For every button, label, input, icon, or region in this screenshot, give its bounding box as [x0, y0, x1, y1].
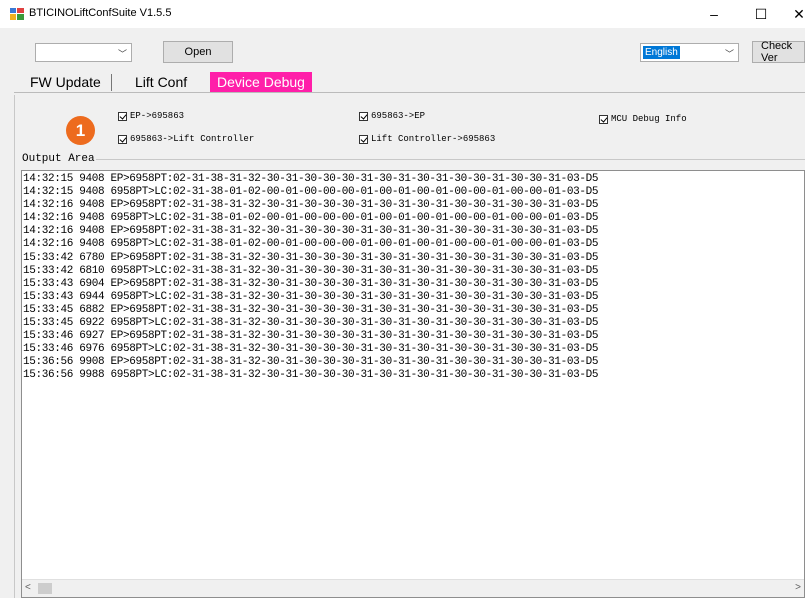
checkbox-695863-to-ep[interactable]: 695863->EP — [359, 111, 425, 121]
step-badge: 1 — [66, 116, 95, 145]
checkbox-checked-icon — [359, 134, 368, 144]
chevron-down-icon: ﹀ — [724, 49, 734, 59]
checkbox-label: 695863->EP — [371, 111, 426, 121]
checkbox-checked-icon — [599, 114, 608, 124]
port-select[interactable]: ﹀ — [35, 43, 132, 62]
chevron-down-icon: ﹀ — [117, 49, 127, 59]
log-line: 15:33:42 6780 EP>6958PT:02-31-38-31-32-3… — [23, 251, 599, 264]
log-line: 15:33:45 6922 6958PT>LC:02-31-38-31-32-3… — [23, 317, 599, 330]
language-select-value: English — [643, 46, 680, 59]
log-line: 15:36:56 9988 6958PT>LC:02-31-38-31-32-3… — [23, 369, 599, 382]
minimize-button[interactable]: – — [697, 0, 731, 28]
open-button[interactable]: Open — [163, 41, 233, 63]
check-ver-button[interactable]: Check Ver — [752, 40, 805, 64]
checkbox-label: Lift Controller->695863 — [371, 134, 496, 144]
log-list: 14:32:15 9408 EP>6958PT:02-31-38-31-32-3… — [23, 173, 598, 383]
checkbox-checked-icon — [359, 111, 368, 121]
window-title: BTICINOLiftConfSuite V1.5.5 — [29, 7, 172, 19]
log-line: 14:32:15 9408 6958PT>LC:02-31-38-01-02-0… — [23, 186, 599, 199]
log-line: 14:32:15 9408 EP>6958PT:02-31-38-31-32-3… — [23, 173, 599, 185]
chevron-right-icon[interactable]: > — [795, 582, 801, 593]
tab-device-debug[interactable]: Device Debug — [210, 72, 312, 93]
log-line: 15:33:43 6904 EP>6958PT:02-31-38-31-32-3… — [23, 277, 599, 290]
log-line: 15:33:42 6810 6958PT>LC:02-31-38-31-32-3… — [23, 264, 599, 277]
language-select[interactable]: English ﹀ — [640, 43, 739, 62]
tab-fw-update[interactable]: FW Update — [30, 72, 101, 92]
app-icon — [10, 8, 24, 20]
horizontal-scrollbar[interactable]: < > — [22, 579, 804, 597]
log-line: 14:32:16 9408 6958PT>LC:02-31-38-01-02-0… — [23, 212, 599, 225]
maximize-button[interactable]: ☐ — [744, 0, 778, 28]
tab-lift-conf[interactable]: Lift Conf — [135, 72, 187, 92]
tab-strip-border — [14, 92, 805, 93]
checkbox-label: EP->695863 — [130, 111, 185, 121]
checkbox-mcu-debug-info[interactable]: MCU Debug Info — [599, 114, 687, 124]
scrollbar-thumb[interactable] — [38, 583, 52, 594]
close-button[interactable]: ✕ — [782, 0, 805, 28]
log-line: 15:33:46 6976 6958PT>LC:02-31-38-31-32-3… — [23, 343, 599, 356]
checkbox-checked-icon — [118, 111, 127, 121]
checkbox-695863-to-lift-controller[interactable]: 695863->Lift Controller — [118, 134, 254, 144]
log-line: 14:32:16 9408 EP>6958PT:02-31-38-31-32-3… — [23, 199, 599, 212]
tab-divider — [111, 74, 112, 91]
log-line: 15:33:43 6944 6958PT>LC:02-31-38-31-32-3… — [23, 290, 599, 303]
checkbox-label: 695863->Lift Controller — [130, 134, 255, 144]
log-line: 14:32:16 9408 6958PT>LC:02-31-38-01-02-0… — [23, 238, 599, 251]
chevron-left-icon[interactable]: < — [25, 582, 31, 593]
group-box-border — [96, 159, 805, 160]
log-line: 15:33:46 6927 EP>6958PT:02-31-38-31-32-3… — [23, 330, 599, 343]
checkbox-ep-to-695863[interactable]: EP->695863 — [118, 111, 184, 121]
checkbox-label: MCU Debug Info — [611, 114, 687, 124]
output-area-label: Output Area — [22, 153, 95, 165]
log-line: 15:36:56 9908 EP>6958PT:02-31-38-31-32-3… — [23, 356, 599, 369]
log-line: 14:32:16 9408 EP>6958PT:02-31-38-31-32-3… — [23, 225, 599, 238]
checkbox-checked-icon — [118, 134, 127, 144]
output-area[interactable]: 14:32:15 9408 EP>6958PT:02-31-38-31-32-3… — [21, 170, 805, 598]
checkbox-lift-controller-to-695863[interactable]: Lift Controller->695863 — [359, 134, 495, 144]
log-line: 15:33:45 6882 EP>6958PT:02-31-38-31-32-3… — [23, 303, 599, 316]
